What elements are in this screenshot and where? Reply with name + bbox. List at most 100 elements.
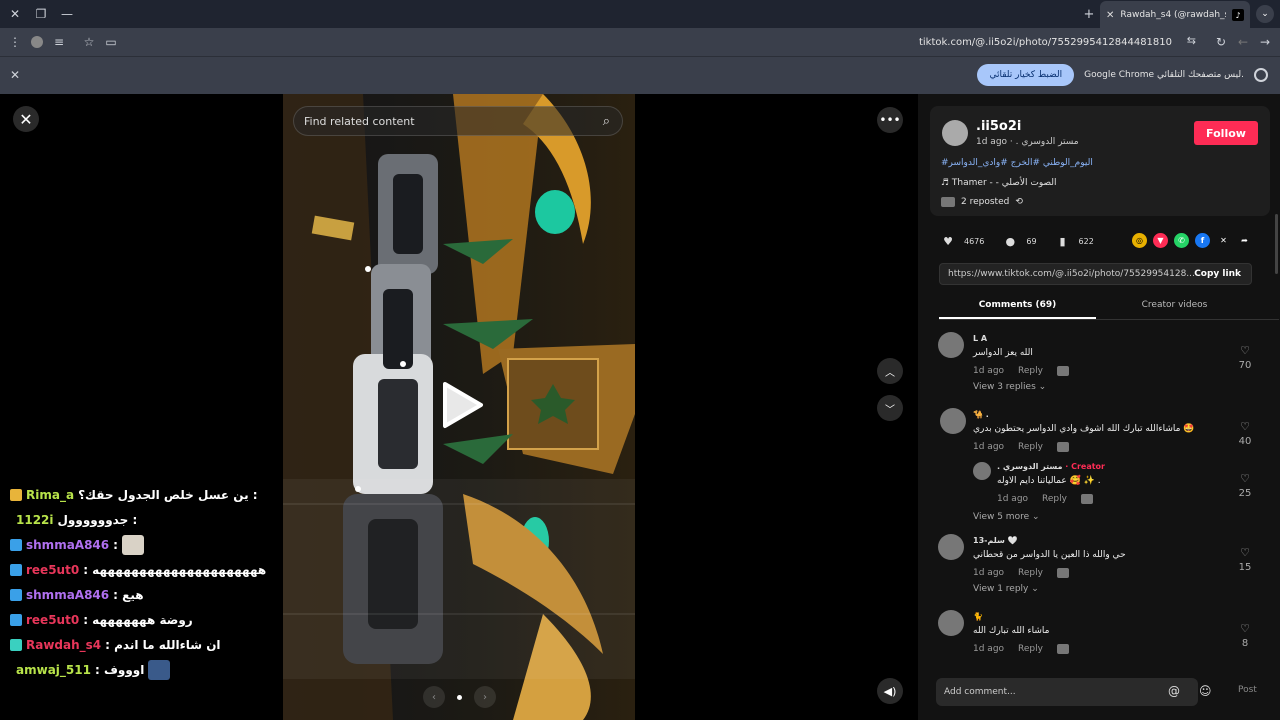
chat-username[interactable]: shmmaA846 xyxy=(26,538,109,552)
prev-photo-icon[interactable]: ‹ xyxy=(423,686,445,708)
window-restore-icon[interactable]: ❐ xyxy=(30,3,52,25)
post-button[interactable]: Post xyxy=(1238,685,1257,695)
commenter-name[interactable]: L A xyxy=(973,334,987,343)
commenter-name[interactable]: 🐪 . xyxy=(973,410,989,419)
hashtags[interactable]: #اليوم_الوطني #الخرج #وادي_الدواسر xyxy=(941,158,1093,168)
menu-kebab-icon[interactable]: ⋮ xyxy=(4,31,26,53)
bookmark-icon[interactable]: ▮ xyxy=(1055,233,1071,249)
bookmark-star-icon[interactable]: ☆ xyxy=(78,31,100,53)
comment-meta: 1d ago Reply xyxy=(973,366,1069,376)
browser-tab[interactable]: ✕ Rawdah_s4 (@rawdah_s4) | ♪ xyxy=(1100,1,1250,29)
chat-username[interactable]: shmmaA846 xyxy=(26,588,109,602)
back-arrow-icon[interactable]: ← xyxy=(1232,31,1254,53)
commenter-avatar[interactable] xyxy=(938,534,964,560)
comment-icon[interactable]: ● xyxy=(1002,233,1018,249)
reply-button[interactable]: Reply xyxy=(1018,644,1043,654)
add-comment-input[interactable]: Add comment... @ ☺ xyxy=(936,678,1212,706)
browser-toolbar: ⋮ ≡ ☆ ▭ tiktok.com/@.ii5o2i/photo/755299… xyxy=(0,28,1280,56)
window-minimize-icon[interactable]: — xyxy=(56,3,78,25)
emoji-icon[interactable]: ☺ xyxy=(1199,684,1212,698)
send-share-icon[interactable]: ▼ xyxy=(1153,233,1168,248)
commenter-avatar[interactable] xyxy=(940,408,966,434)
infobar-close-icon[interactable]: ✕ xyxy=(10,68,20,82)
volume-icon[interactable]: ◀) xyxy=(877,678,903,704)
site-settings-icon[interactable]: ⇆ xyxy=(1187,34,1196,47)
commenter-avatar[interactable] xyxy=(973,462,991,480)
search-icon[interactable]: ⌕ xyxy=(603,114,610,129)
chat-text: : روضة هههههههه xyxy=(83,612,193,627)
panel-scrollbar[interactable] xyxy=(1275,214,1278,274)
new-tab-button[interactable]: + xyxy=(1078,3,1100,25)
tab-comments[interactable]: Comments (69) xyxy=(939,294,1096,319)
more-options-icon[interactable]: ••• xyxy=(877,107,903,133)
tab-close-icon[interactable]: ✕ xyxy=(1106,10,1114,21)
comment-text: حي والله ذا العين يا الدواسر من قحطاني xyxy=(973,550,1126,560)
comment-like-count: 40 xyxy=(1238,436,1252,447)
reading-list-icon[interactable]: ≡ xyxy=(48,31,70,53)
comment-like-icon[interactable]: ♡ xyxy=(1235,472,1255,485)
reload-icon[interactable]: ↻ xyxy=(1210,31,1232,53)
carousel-dot[interactable] xyxy=(457,694,462,700)
like-heart-icon[interactable]: ♥ xyxy=(940,233,956,249)
play-icon[interactable] xyxy=(441,380,485,430)
chat-username[interactable]: Rawdah_s4 xyxy=(26,638,101,652)
comment-like-icon[interactable]: ♡ xyxy=(1235,622,1255,635)
set-default-button[interactable]: الضبط كخيار تلقائي xyxy=(977,64,1075,86)
profile-avatar-icon[interactable] xyxy=(26,31,48,53)
reply-button[interactable]: Reply xyxy=(1042,494,1067,504)
music-link[interactable]: ♬ Thamer - - الصوت الأصلي xyxy=(941,178,1057,188)
view-replies-button[interactable]: View 3 replies ⌄ xyxy=(973,382,1046,392)
commenter-name[interactable]: 🐈 xyxy=(973,612,983,621)
copy-link-button[interactable]: Copy link xyxy=(1194,269,1241,279)
mention-icon[interactable]: @ xyxy=(1168,684,1180,698)
commenter-name-text: . مستر الدوسري xyxy=(997,462,1063,471)
chat-username[interactable]: ree5ut0 xyxy=(26,613,79,627)
save-count: 622 xyxy=(1078,236,1094,246)
share-link-box[interactable]: https://www.tiktok.com/@.ii5o2i/photo/75… xyxy=(939,263,1252,285)
reply-button[interactable]: Reply xyxy=(1018,568,1043,578)
whatsapp-icon[interactable]: ✆ xyxy=(1174,233,1189,248)
infobar-message: Google Chrome ليس متصفحك التلقائي. xyxy=(1084,70,1244,80)
commenter-avatar[interactable] xyxy=(938,332,964,358)
view-replies-button[interactable]: View 1 reply ⌄ xyxy=(973,584,1039,594)
chat-message: amwaj_511: اوووف xyxy=(10,657,280,682)
forward-arrow-icon[interactable]: → xyxy=(1254,31,1276,53)
tab-search-chevron-icon[interactable]: ⌄ xyxy=(1256,5,1274,23)
comment-like-icon[interactable]: ♡ xyxy=(1235,344,1255,357)
next-video-icon[interactable]: ﹀ xyxy=(877,395,903,421)
cast-icon[interactable]: ▭ xyxy=(100,31,122,53)
commenter-avatar[interactable] xyxy=(938,610,964,636)
window-close-icon[interactable]: ✕ xyxy=(4,3,26,25)
tab-creator-videos[interactable]: Creator videos xyxy=(1096,294,1253,319)
photo-slide[interactable]: Find related content ⌕ ‹ › xyxy=(283,94,635,720)
creator-label: · Creator xyxy=(1065,462,1105,471)
author-username[interactable]: .ii5o2i xyxy=(976,119,1021,134)
follow-button[interactable]: Follow xyxy=(1194,121,1258,145)
related-content-search[interactable]: Find related content ⌕ xyxy=(293,106,623,136)
next-photo-icon[interactable]: › xyxy=(474,686,496,708)
chat-message: Rima_a ين عسل خلص الجدول حقك؟ : xyxy=(10,482,280,507)
share-arrow-icon[interactable]: ➦ xyxy=(1237,233,1252,248)
facebook-icon[interactable]: f xyxy=(1195,233,1210,248)
view-replies-button[interactable]: View 5 more ⌄ xyxy=(973,512,1040,522)
commenter-name-text: 🐈 xyxy=(973,612,983,621)
close-viewer-icon[interactable]: ✕ xyxy=(13,106,39,132)
reply-button[interactable]: Reply xyxy=(1018,366,1043,376)
comment-like-icon[interactable]: ♡ xyxy=(1235,546,1255,559)
reply-button[interactable]: Reply xyxy=(1018,442,1043,452)
chat-username[interactable]: 1122i xyxy=(16,513,54,527)
repost-info[interactable]: 2 reposted ⟲ xyxy=(941,197,1023,207)
commenter-name[interactable]: . مستر الدوسري · Creator xyxy=(997,462,1105,471)
author-avatar[interactable] xyxy=(942,120,968,146)
previous-video-icon[interactable]: ︿ xyxy=(877,358,903,384)
x-twitter-icon[interactable]: ✕ xyxy=(1216,233,1231,248)
chat-username[interactable]: Rima_a xyxy=(26,488,74,502)
coin-share-icon[interactable]: ◎ xyxy=(1132,233,1147,248)
chat-username[interactable]: ree5ut0 xyxy=(26,563,79,577)
address-bar[interactable]: tiktok.com/@.ii5o2i/photo/75529954128444… xyxy=(130,31,1202,53)
commenter-name[interactable]: سلم-13 🤍 xyxy=(973,536,1018,545)
chat-username[interactable]: amwaj_511 xyxy=(16,663,91,677)
chat-text: : هيع xyxy=(113,587,144,602)
comment-text: ماشاءالله تبارك الله اشوف وادي الدواسر ي… xyxy=(973,424,1195,434)
comment-like-icon[interactable]: ♡ xyxy=(1235,420,1255,433)
